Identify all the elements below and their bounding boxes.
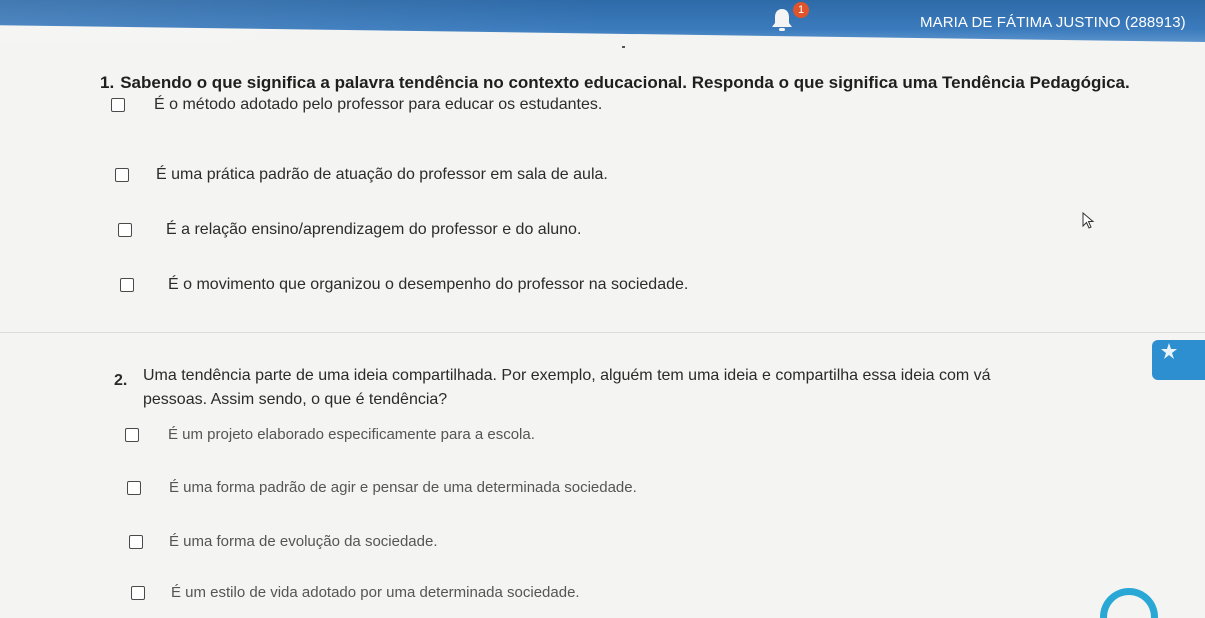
checkbox[interactable]	[115, 168, 129, 182]
mouse-cursor-icon	[1082, 212, 1095, 229]
q1-option-2[interactable]: É uma prática padrão de atuação do profe…	[115, 166, 608, 184]
question-1-title: 1. Sabendo o que significa a palavra tend…	[100, 73, 1200, 93]
question-2-number: 2.	[114, 372, 128, 389]
q2-option-4[interactable]: É um estilo de vida adotado por uma dete…	[131, 584, 580, 601]
question-2-text: Uma tendência parte de uma ideia compart…	[143, 364, 1183, 412]
checkbox[interactable]	[129, 534, 143, 549]
q2-option-1[interactable]: É um projeto elaborado especificamente p…	[125, 426, 535, 443]
checkbox[interactable]	[120, 278, 134, 292]
checkbox[interactable]	[111, 98, 125, 112]
q1-option-4[interactable]: É o movimento que organizou o desempenho…	[120, 276, 688, 294]
question-2-line-2: pessoas. Assim sendo, o que é tendência?	[143, 391, 448, 408]
q1-option-2-label: É uma prática padrão de atuação do profe…	[156, 166, 608, 183]
user-name[interactable]: MARIA DE FÁTIMA JUSTINO (288913)	[920, 14, 1186, 31]
checkbox[interactable]	[131, 585, 145, 600]
q2-option-2[interactable]: É uma forma padrão de agir e pensar de u…	[127, 479, 637, 496]
q2-option-1-label: É um projeto elaborado especificamente p…	[168, 426, 535, 443]
checkbox[interactable]	[118, 223, 132, 237]
q1-option-3[interactable]: É a relação ensino/aprendizagem do profe…	[118, 221, 581, 239]
question-2-line-1: Uma tendência parte de uma ideia compart…	[143, 367, 991, 384]
bell-icon[interactable]	[768, 6, 796, 34]
star-icon[interactable]	[1158, 340, 1180, 362]
q1-option-4-label: É o movimento que organizou o desempenho…	[168, 276, 689, 293]
question-divider	[0, 332, 1205, 333]
q1-option-3-label: É a relação ensino/aprendizagem do profe…	[166, 221, 582, 238]
notification-badge: 1	[793, 2, 809, 18]
q2-option-3[interactable]: É uma forma de evolução da sociedade.	[129, 533, 438, 550]
divider-mark	[622, 46, 625, 48]
q2-option-2-label: É uma forma padrão de agir e pensar de u…	[169, 479, 637, 496]
loading-spinner	[1100, 588, 1158, 618]
q2-option-3-label: É uma forma de evolução da sociedade.	[169, 533, 438, 550]
checkbox[interactable]	[125, 427, 139, 442]
q1-option-1[interactable]: É o método adotado pelo professor para e…	[111, 96, 602, 114]
q2-option-4-label: É um estilo de vida adotado por uma dete…	[171, 584, 580, 601]
checkbox[interactable]	[127, 480, 141, 495]
question-1-text: Sabendo o que significa a palavra tendên…	[120, 73, 1130, 92]
q1-option-1-label: É o método adotado pelo professor para e…	[154, 96, 603, 113]
question-1-number: 1.	[100, 73, 115, 92]
